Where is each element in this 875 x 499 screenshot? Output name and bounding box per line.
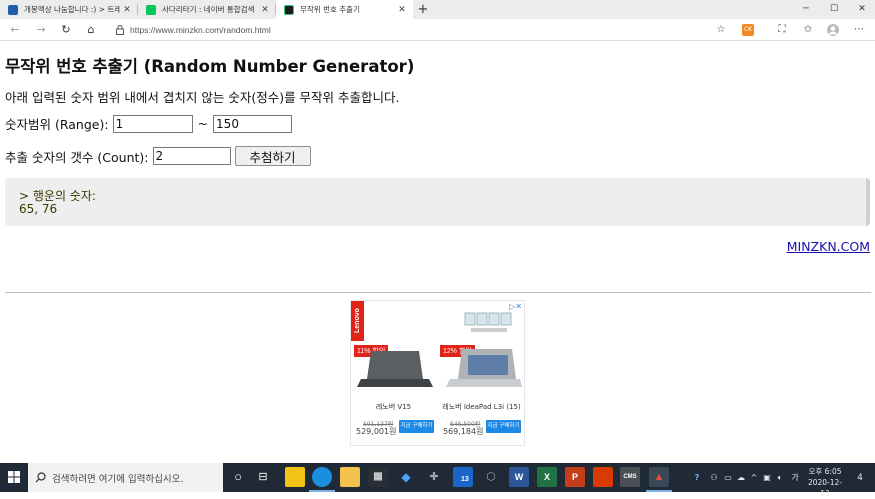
cms-app-icon[interactable]: CMS <box>620 467 640 487</box>
divider <box>5 292 871 293</box>
forward-arrow-icon[interactable]: → <box>33 22 49 38</box>
notification-center-icon[interactable]: 4 <box>852 463 868 492</box>
count-input[interactable] <box>152 147 231 165</box>
tab-close-icon[interactable]: ✕ <box>395 5 409 15</box>
lenovo-logo: Lenovo <box>351 301 364 341</box>
buy-now-button[interactable]: 지금 구매하기 <box>486 420 521 433</box>
product-name[interactable]: 레노버 IdeaPad L3i (15) <box>439 402 524 412</box>
volume-icon[interactable]: 🔈︎ <box>774 463 786 492</box>
excel-icon[interactable]: X <box>537 467 557 487</box>
game-icon[interactable]: ✚ <box>424 467 444 487</box>
laptop-ideapad-image[interactable] <box>444 347 522 393</box>
tab-title: 무작위 번호 추출기 <box>300 5 360 14</box>
sale-price: 529,001원 <box>356 427 397 436</box>
profile-avatar-icon[interactable] <box>826 23 840 37</box>
range-label: 숫자범위 (Range): <box>5 117 109 132</box>
powerpoint-icon[interactable]: P <box>565 467 585 487</box>
paint-app-icon[interactable]: ▲ <box>649 467 669 487</box>
tab-title: 사다리타기 : 네이버 통합검색 <box>162 5 255 14</box>
maximize-icon[interactable]: ☐ <box>822 0 846 19</box>
tab-close-icon[interactable]: ✕ <box>120 5 134 15</box>
refresh-icon[interactable]: ↻ <box>58 22 74 38</box>
show-hidden-icons-icon[interactable]: ^ <box>748 463 760 492</box>
count-label: 추출 숫자의 갯수 (Count): <box>5 149 149 165</box>
minzkn-favicon-icon <box>284 4 294 15</box>
task-view-icon[interactable]: ⊟ <box>253 467 273 487</box>
network-app-icon[interactable]: ⬡ <box>481 467 501 487</box>
sticky-notes-icon[interactable] <box>285 467 305 487</box>
clock[interactable]: 오후 6:05 2020-12-13 <box>804 466 846 499</box>
lenovo-ad-banner[interactable]: Lenovo ▷✕ 11% 할인 레노버 V15 591,137원 529,00… <box>350 300 525 446</box>
page-description: 아래 입력된 숫자 범위 내에서 겹치지 않는 숫자(정수)를 무작위 추출합니… <box>5 90 400 105</box>
result-box: > 행운의 숫자: 65, 76 <box>5 178 870 226</box>
address-bar-row: ← → ↻ ⌂ https://www.minzkn.com/random.ht… <box>0 19 875 41</box>
window-close-icon[interactable]: ✕ <box>850 0 874 19</box>
office-icon[interactable] <box>593 467 613 487</box>
back-arrow-icon[interactable]: ← <box>7 22 23 38</box>
lock-icon <box>116 25 124 35</box>
laptop-v15-image[interactable] <box>357 349 433 393</box>
draw-button[interactable]: 추첨하기 <box>234 146 311 166</box>
favorites-list-icon[interactable]: ✩ <box>801 23 815 37</box>
url-text: https://www.minzkn.com/random.html <box>130 24 271 35</box>
range-row: 숫자범위 (Range): ~ <box>5 114 293 133</box>
range-separator: ~ <box>197 116 209 131</box>
taskbar-search-box[interactable]: 검색하려면 여기에 입력하십시오. <box>28 463 223 492</box>
mail-icon[interactable]: 13 <box>453 467 473 487</box>
result-numbers: 65, 76 <box>19 202 58 216</box>
range-from-input[interactable] <box>112 114 193 133</box>
minimize-icon[interactable]: ─ <box>794 0 818 19</box>
ime-icon[interactable]: 가 <box>788 463 802 492</box>
page-content: 무작위 번호 추출기 (Random Number Generator) 아래 … <box>0 41 875 462</box>
store-icon[interactable]: ▦ <box>368 467 388 487</box>
extension-icon[interactable]: CK <box>742 24 754 36</box>
home-icon[interactable]: ⌂ <box>83 22 99 38</box>
tab-title: 개봉액상 나눔합니다 :) > 트레이... <box>24 5 120 14</box>
intel-sticker-icon <box>464 312 512 332</box>
tab-close-icon[interactable]: ✕ <box>258 5 272 15</box>
search-placeholder: 검색하려면 여기에 입력하십시오. <box>52 473 184 485</box>
buy-now-button[interactable]: 지금 구매하기 <box>399 420 434 433</box>
tray-app-icon[interactable]: ▭ <box>722 463 734 492</box>
clock-date: 2020-12-13 <box>807 478 843 498</box>
people-icon[interactable]: ⚇ <box>707 463 721 492</box>
windows-taskbar: 검색하려면 여기에 입력하십시오. ○ ⊟ ▦ ◆ ✚ 13 ⬡ W X P C… <box>0 463 875 498</box>
file-explorer-icon[interactable] <box>340 467 360 487</box>
site-link[interactable]: MINZKN.COM <box>787 239 870 254</box>
favorite-star-icon[interactable]: ☆ <box>714 23 728 37</box>
search-icon <box>35 472 46 483</box>
count-row: 추출 숫자의 갯수 (Count): 추첨하기 <box>5 146 311 166</box>
network-icon[interactable]: ▣ <box>761 463 773 492</box>
tab-2[interactable]: 사다리타기 : 네이버 통합검색 ✕ <box>138 0 276 19</box>
url-field[interactable]: https://www.minzkn.com/random.html <box>108 21 733 38</box>
tab-3-active[interactable]: 무작위 번호 추출기 ✕ <box>276 0 413 19</box>
clock-time: 오후 6:05 <box>808 467 842 476</box>
tab-1[interactable]: 개봉액상 나눔합니다 :) > 트레이... ✕ <box>0 0 138 19</box>
dropbox-icon[interactable]: ◆ <box>396 467 416 487</box>
page-title: 무작위 번호 추출기 (Random Number Generator) <box>5 57 415 76</box>
read-aloud-icon[interactable]: ⛶ <box>775 23 789 37</box>
naver-favicon-icon <box>146 4 156 15</box>
mail-badge: 13 <box>461 475 469 484</box>
adchoices-icon[interactable]: ▷✕ <box>509 302 522 311</box>
new-tab-button[interactable]: + <box>413 0 433 19</box>
range-to-input[interactable] <box>213 114 293 133</box>
word-icon[interactable]: W <box>509 467 529 487</box>
tab-strip: 개봉액상 나눔합니다 :) > 트레이... ✕ 사다리타기 : 네이버 통합검… <box>0 0 875 19</box>
cloud-icon[interactable]: ☁ <box>735 463 747 492</box>
sale-price: 569,184원 <box>443 427 484 436</box>
notification-count: 4 <box>857 473 863 483</box>
product-name[interactable]: 레노버 V15 <box>351 402 436 412</box>
help-icon[interactable]: ? <box>690 463 704 492</box>
more-menu-icon[interactable]: ⋯ <box>852 23 866 37</box>
edge-browser-icon[interactable] <box>312 467 332 487</box>
site-favicon-icon <box>8 4 18 15</box>
cortana-icon[interactable]: ○ <box>228 467 248 487</box>
windows-start-icon[interactable] <box>0 463 28 492</box>
